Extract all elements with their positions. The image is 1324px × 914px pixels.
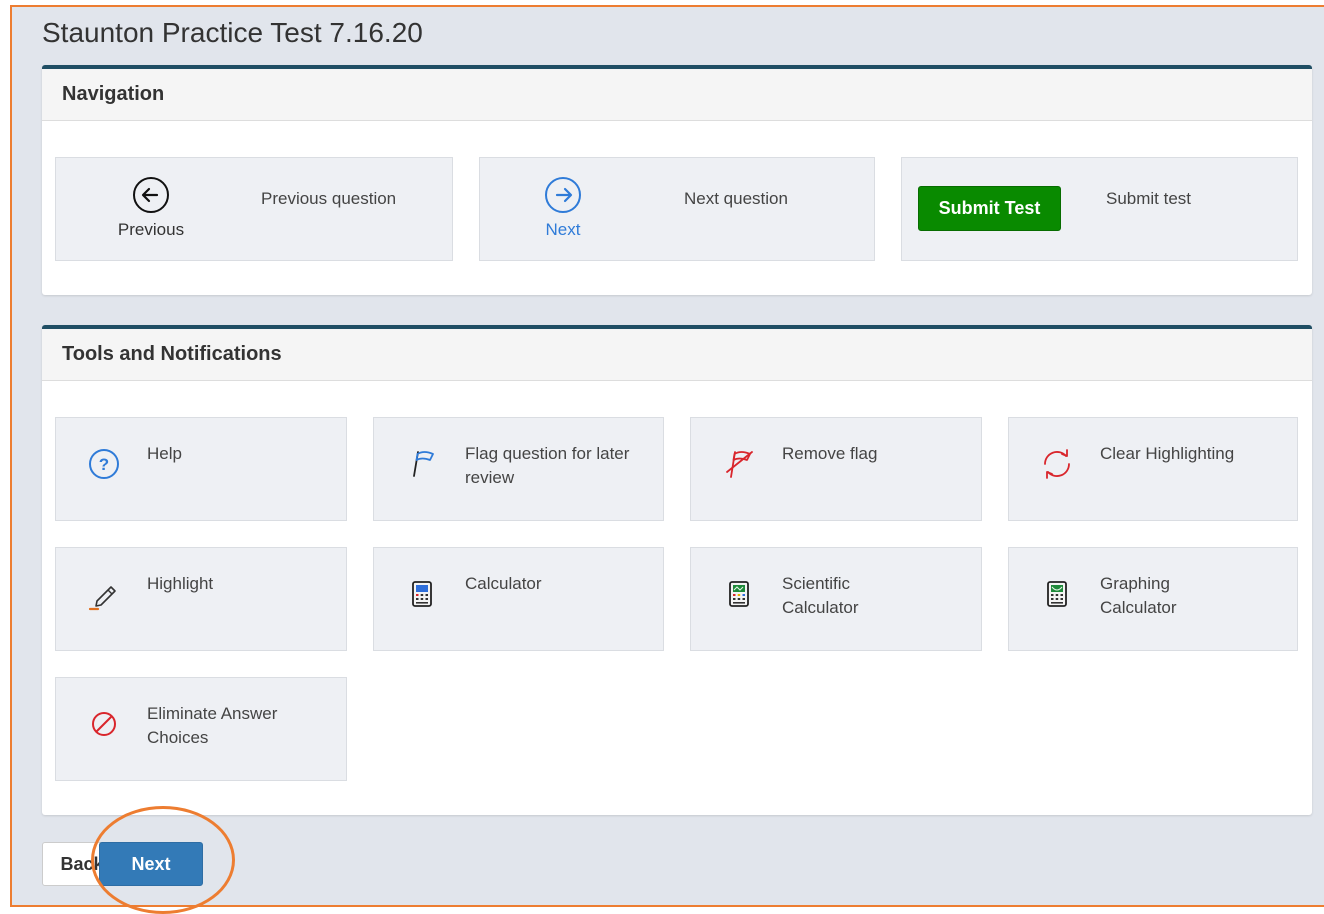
calculator-label: Calculator: [465, 574, 542, 593]
arrow-right-circle-icon[interactable]: [542, 174, 584, 216]
previous-question-tile[interactable]: Previous Previous question: [55, 157, 453, 261]
navigation-heading: Navigation: [42, 69, 1312, 121]
arrow-left-circle-icon[interactable]: [130, 174, 172, 216]
help-label: Help: [147, 444, 182, 463]
previous-question-description: Previous question: [261, 189, 397, 208]
eliminate-answer-label: Eliminate Answer Choices: [147, 704, 278, 747]
remove-flag-label: Remove flag: [782, 444, 878, 463]
refresh-icon: [1044, 449, 1070, 479]
tools-panel: Tools and Notifications ? Help Flag ques…: [42, 325, 1312, 815]
previous-icon-label: Previous: [117, 220, 185, 239]
next-icon-label: Next: [545, 220, 581, 239]
remove-flag-tile[interactable]: Remove flag: [690, 417, 982, 521]
page-title: Staunton Practice Test 7.16.20: [42, 17, 423, 48]
highlight-tile[interactable]: Highlight: [55, 547, 347, 651]
next-question-description: Next question: [684, 189, 788, 208]
eliminate-answer-tile[interactable]: Eliminate Answer Choices: [55, 677, 347, 781]
highlighter-icon: [88, 586, 116, 611]
scientific-calculator-label: Scientific Calculator: [782, 574, 859, 617]
next-question-tile[interactable]: Next Next question: [479, 157, 875, 261]
flag-question-label: Flag question for later review: [465, 444, 630, 487]
help-tile[interactable]: ? Help: [55, 417, 347, 521]
graphing-calculator-tile[interactable]: Graphing Calculator: [1008, 547, 1298, 651]
test-window: Staunton Practice Test 7.16.20 Navigatio…: [10, 5, 1324, 907]
graphing-calculator-icon: [1047, 581, 1067, 607]
help-icon: ?: [89, 449, 119, 479]
clear-highlighting-tile[interactable]: Clear Highlighting: [1008, 417, 1298, 521]
navigation-panel: Navigation Previous Previous question Ne…: [42, 65, 1312, 295]
clear-highlighting-label: Clear Highlighting: [1100, 444, 1235, 463]
scientific-calculator-tile[interactable]: Scientific Calculator: [690, 547, 982, 651]
tools-heading: Tools and Notifications: [42, 329, 1312, 381]
flag-question-tile[interactable]: Flag question for later review: [373, 417, 664, 521]
svg-text:?: ?: [99, 455, 109, 474]
remove-flag-icon: [726, 451, 753, 478]
highlight-label: Highlight: [147, 574, 214, 593]
submit-test-tile: Submit Test Submit test: [901, 157, 1298, 261]
submit-test-button[interactable]: Submit Test: [918, 186, 1061, 231]
eliminate-icon: [92, 712, 116, 736]
next-button[interactable]: Next: [99, 842, 203, 886]
calculator-tile[interactable]: Calculator: [373, 547, 664, 651]
scientific-calculator-icon: [729, 581, 749, 607]
submit-test-description: Submit test: [1106, 189, 1192, 208]
graphing-calculator-label: Graphing Calculator: [1100, 574, 1177, 617]
flag-icon: [413, 451, 434, 477]
calculator-icon: [412, 581, 432, 607]
